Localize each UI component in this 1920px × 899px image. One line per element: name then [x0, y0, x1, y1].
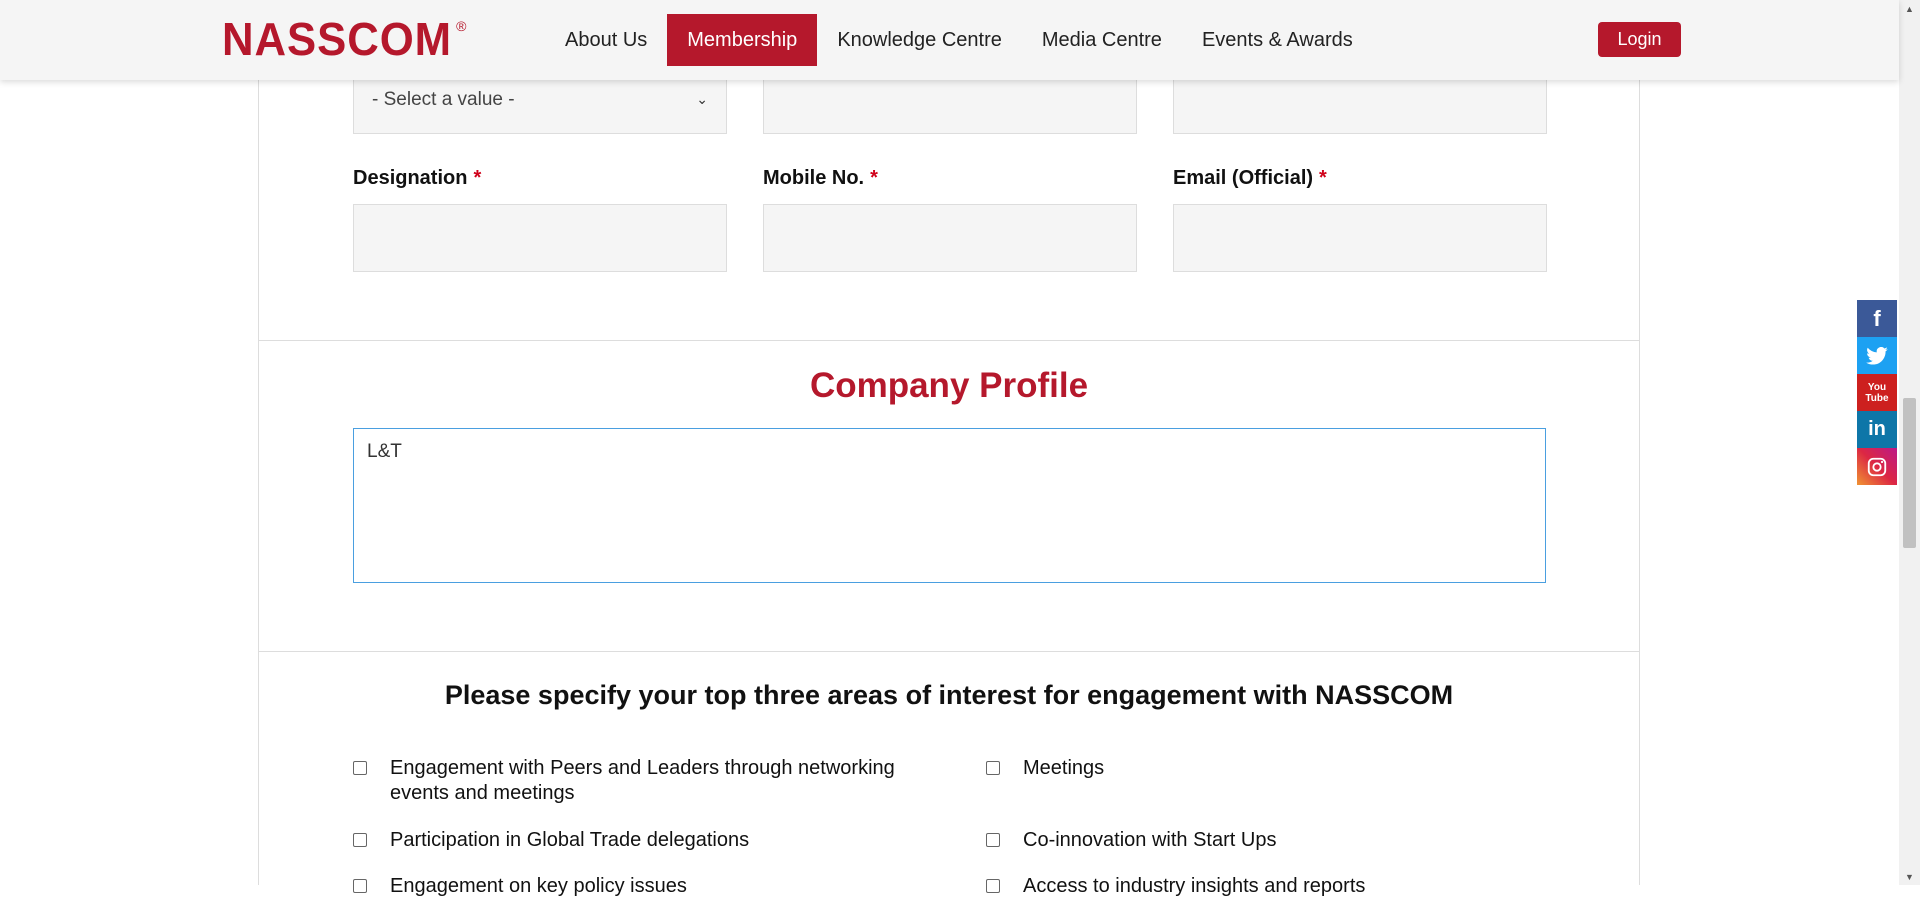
- nav-media-centre[interactable]: Media Centre: [1022, 14, 1182, 66]
- nasscom-logo[interactable]: NASSCOM ®: [222, 14, 466, 64]
- section-divider: [258, 340, 1640, 341]
- interest-option-label: Engagement on key policy issues: [390, 875, 687, 897]
- scroll-up-icon[interactable]: ▲: [1899, 0, 1920, 17]
- checkbox[interactable]: [986, 833, 1000, 847]
- registered-mark: ®: [456, 18, 467, 34]
- page-scrollbar[interactable]: ▲ ▼: [1899, 0, 1920, 885]
- logo-text: NASSCOM: [222, 13, 453, 65]
- scrollbar-thumb[interactable]: [1903, 398, 1916, 548]
- nav-events-awards[interactable]: Events & Awards: [1182, 14, 1373, 66]
- linkedin-icon[interactable]: in: [1857, 411, 1897, 448]
- interest-option-label: Meetings: [1023, 757, 1105, 779]
- checkbox[interactable]: [986, 879, 1000, 893]
- required-mark: *: [870, 167, 878, 189]
- nav-knowledge-centre[interactable]: Knowledge Centre: [817, 14, 1022, 66]
- site-header: NASSCOM ® About Us Membership Knowledge …: [0, 0, 1899, 80]
- checkbox[interactable]: [353, 833, 367, 847]
- checkbox[interactable]: [353, 879, 367, 893]
- designation-input[interactable]: [353, 204, 727, 272]
- mobile-label: Mobile No. *: [763, 167, 878, 189]
- email-label: Email (Official) *: [1173, 167, 1327, 189]
- checkbox[interactable]: [986, 761, 1000, 775]
- chevron-down-icon: ⌄: [696, 91, 708, 107]
- instagram-icon[interactable]: [1857, 448, 1897, 485]
- nav-about-us[interactable]: About Us: [545, 14, 667, 66]
- nav-membership[interactable]: Membership: [667, 14, 818, 66]
- facebook-icon[interactable]: f: [1857, 300, 1897, 337]
- email-input[interactable]: [1173, 204, 1547, 272]
- interest-option[interactable]: Engagement with Peers and Leaders throug…: [353, 756, 913, 806]
- designation-label: Designation *: [353, 167, 482, 189]
- main-nav: About Us Membership Knowledge Centre Med…: [545, 14, 1373, 66]
- twitter-icon[interactable]: [1857, 337, 1897, 374]
- select-value: - Select a value -: [372, 88, 515, 110]
- interest-option-label: Participation in Global Trade delegation…: [390, 829, 750, 851]
- social-sidebar: f You Tube in: [1857, 300, 1897, 485]
- interest-option-label: Access to industry insights and reports: [1023, 875, 1366, 897]
- interest-option[interactable]: Co-innovation with Start Ups: [986, 828, 1546, 853]
- interest-option[interactable]: Engagement on key policy issues: [353, 874, 913, 899]
- interest-option[interactable]: Access to industry insights and reports: [986, 874, 1546, 899]
- section-divider: [258, 651, 1640, 652]
- interest-option[interactable]: Meetings: [986, 756, 1546, 781]
- mobile-input[interactable]: [763, 204, 1137, 272]
- interests-title: Please specify your top three areas of i…: [444, 680, 1454, 710]
- scroll-down-icon[interactable]: ▼: [1899, 868, 1920, 885]
- company-profile-textarea[interactable]: L&T: [353, 428, 1546, 583]
- login-button[interactable]: Login: [1598, 22, 1681, 57]
- interest-option[interactable]: Participation in Global Trade delegation…: [353, 828, 913, 853]
- youtube-icon[interactable]: You Tube: [1857, 374, 1897, 411]
- interest-option-label: Co-innovation with Start Ups: [1023, 829, 1277, 851]
- company-profile-title: Company Profile: [809, 366, 1089, 405]
- interest-option-label: Engagement with Peers and Leaders throug…: [390, 757, 895, 804]
- required-mark: *: [1319, 167, 1327, 189]
- required-mark: *: [473, 167, 482, 189]
- checkbox[interactable]: [353, 761, 367, 775]
